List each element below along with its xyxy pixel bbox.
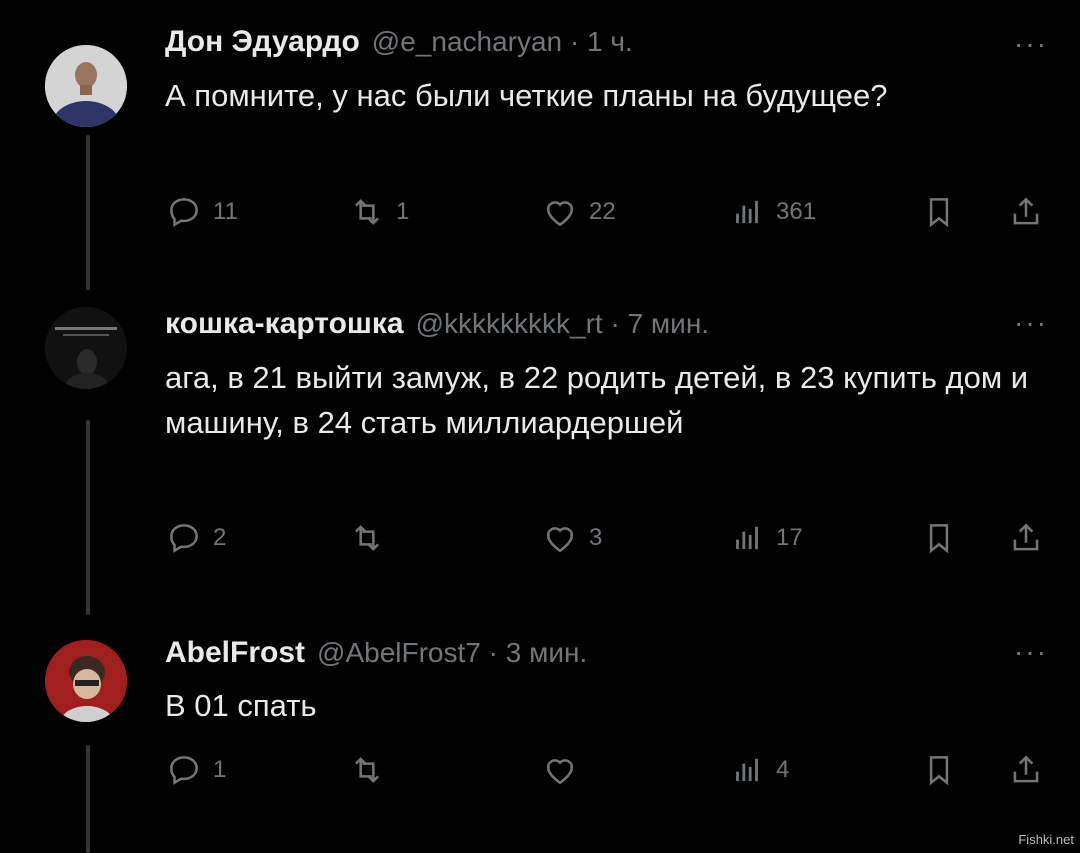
more-options-icon[interactable]: ··· <box>1014 307 1048 339</box>
watermark: Fishki.net <box>1018 832 1074 847</box>
tweet-actions: 2 3 17 <box>165 516 1050 560</box>
reply-button[interactable]: 11 <box>165 190 238 234</box>
views-count: 17 <box>776 524 803 551</box>
author-handle-time[interactable]: @e_nacharyan · 1 ч. <box>372 26 633 58</box>
bookmark-icon <box>929 524 949 554</box>
bookmark-icon <box>929 198 949 228</box>
tweet-text: В 01 спать <box>165 688 317 723</box>
tweet-actions: 1 4 <box>165 748 1050 792</box>
bookmark-button[interactable] <box>920 516 958 560</box>
share-icon <box>1013 523 1039 551</box>
avatar[interactable] <box>45 640 127 722</box>
like-button[interactable]: 3 <box>541 516 602 560</box>
retweet-icon <box>355 199 379 225</box>
share-button[interactable] <box>1007 516 1045 560</box>
thread-line <box>86 745 90 853</box>
reply-icon <box>170 198 198 227</box>
author-name[interactable]: Дон Эдуардо <box>165 25 360 59</box>
share-icon <box>1013 755 1039 783</box>
tweet-text: А помните, у нас были четкие планы на бу… <box>165 78 888 113</box>
author-handle-time[interactable]: @kkkkkkkkk_rt · 7 мин. <box>416 308 709 340</box>
views-button[interactable]: 4 <box>728 748 789 792</box>
retweet-button[interactable]: 1 <box>348 190 409 234</box>
author-name[interactable]: AbelFrost <box>165 636 305 670</box>
thread-line <box>86 135 90 290</box>
views-count: 361 <box>776 198 817 225</box>
reply-count: 11 <box>213 198 238 225</box>
avatar[interactable] <box>45 307 127 389</box>
reply-button[interactable]: 2 <box>165 516 226 560</box>
thread-line <box>86 420 90 615</box>
like-button[interactable] <box>541 748 589 792</box>
like-count: 3 <box>589 524 603 551</box>
reply-icon <box>170 756 198 785</box>
views-button[interactable]: 17 <box>728 516 803 560</box>
heart-icon <box>546 527 574 553</box>
more-options-icon[interactable]: ··· <box>1014 28 1048 60</box>
bookmark-button[interactable] <box>920 748 958 792</box>
more-options-icon[interactable]: ··· <box>1014 636 1048 668</box>
views-icon <box>736 526 758 550</box>
avatar[interactable] <box>45 45 127 127</box>
views-icon <box>736 200 758 224</box>
retweet-count: 1 <box>396 198 410 225</box>
retweet-icon <box>355 757 379 783</box>
author-name[interactable]: кошка-картошка <box>165 307 404 341</box>
heart-icon <box>546 759 574 785</box>
tweet-actions: 11 1 22 361 <box>165 190 1050 234</box>
views-button[interactable]: 361 <box>728 190 816 234</box>
like-button[interactable]: 22 <box>541 190 616 234</box>
share-button[interactable] <box>1007 190 1045 234</box>
reply-count: 1 <box>213 756 227 783</box>
retweet-button[interactable] <box>348 516 396 560</box>
reply-button[interactable]: 1 <box>165 748 226 792</box>
views-count: 4 <box>776 756 790 783</box>
reply-count: 2 <box>213 524 227 551</box>
reply-icon <box>170 524 198 553</box>
retweet-button[interactable] <box>348 748 396 792</box>
retweet-icon <box>355 525 379 551</box>
share-icon <box>1013 197 1039 225</box>
views-icon <box>736 758 758 782</box>
bookmark-button[interactable] <box>920 190 958 234</box>
heart-icon <box>546 201 574 227</box>
share-button[interactable] <box>1007 748 1045 792</box>
tweet-text: ага, в 21 выйти замуж, в 22 родить детей… <box>165 360 1029 440</box>
like-count: 22 <box>589 198 616 225</box>
author-handle-time[interactable]: @AbelFrost7 · 3 мин. <box>317 637 587 669</box>
bookmark-icon <box>929 756 949 786</box>
